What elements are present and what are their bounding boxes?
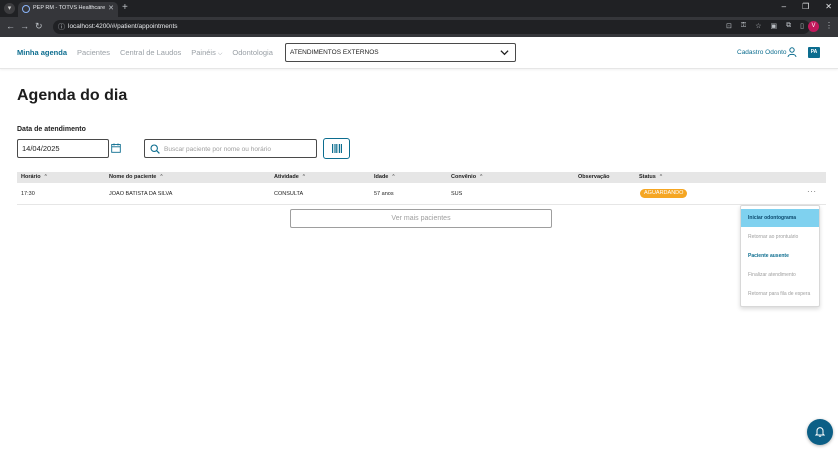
column-header[interactable]: Horário ⌃ (21, 174, 48, 180)
sort-icon: ⌃ (391, 174, 396, 180)
notifications-button[interactable] (807, 419, 833, 445)
user-icon[interactable] (787, 47, 797, 57)
app-header: Minha agenda Pacientes Central de Laudos… (0, 37, 838, 69)
translate-icon[interactable]: ⊡ (726, 22, 732, 30)
sort-icon: ⌃ (479, 174, 484, 180)
tab-close-icon[interactable]: ✕ (108, 4, 114, 12)
column-header[interactable]: Status ⌃ (639, 174, 663, 180)
sort-icon: ⌃ (658, 174, 664, 180)
nav-odontologia[interactable]: Odontologia (232, 48, 272, 58)
new-tab-icon[interactable]: + (122, 2, 128, 14)
column-label: Atividade (274, 174, 299, 180)
window-close-icon[interactable]: ✕ (825, 2, 832, 11)
column-label: Convênio (451, 174, 477, 180)
cell-activity: CONSULTA (274, 191, 304, 197)
row-actions-menu: Iniciar odontograma Retornar ao prontuár… (740, 205, 820, 307)
column-label: Horário (21, 174, 41, 180)
cell-time: 17:30 (21, 191, 35, 197)
chevron-down-icon: ⌵ (217, 51, 223, 57)
table-header: Horário ⌃ Nome do paciente ⌃ Atividade ⌃ Id… (17, 172, 826, 183)
nav-minha-agenda[interactable]: Minha agenda (17, 48, 67, 58)
extension-icon[interactable]: ▣ (771, 22, 778, 30)
nav-pacientes[interactable]: Pacientes (77, 48, 110, 58)
column-header[interactable]: Nome do paciente ⌃ (109, 174, 164, 180)
profile-avatar[interactable]: V (808, 21, 819, 32)
more-options-icon[interactable]: ··· (807, 187, 817, 196)
user-name[interactable]: Cadastro Odonto (737, 49, 787, 56)
column-label: Nome do paciente (109, 174, 157, 180)
department-value: ATENDIMENTOS EXTERNOS (290, 49, 379, 56)
page-title: Agenda do dia (17, 87, 128, 104)
calendar-icon[interactable] (111, 143, 121, 153)
tab-search-icon[interactable]: ▾ (4, 3, 15, 14)
window-controls: – ❐ ✕ (782, 2, 832, 11)
omnibox-actions: ⊡ ⚿ ☆ ▣ ⧉ ▯ (726, 22, 804, 30)
sort-icon: ⌃ (301, 174, 306, 180)
barcode-icon (332, 144, 342, 153)
barcode-scan-button[interactable] (323, 138, 350, 159)
nav-paineis-label: Painéis (191, 48, 216, 57)
side-panel-icon[interactable]: ▯ (800, 22, 804, 30)
minimize-icon[interactable]: – (782, 2, 786, 11)
site-info-icon[interactable]: ⓘ (58, 22, 65, 32)
cell-insurance: SUS (451, 191, 463, 197)
nav-paineis[interactable]: Painéis ⌵ (191, 48, 222, 58)
restore-icon[interactable]: ❐ (802, 2, 809, 11)
favicon-icon (22, 5, 30, 13)
address-bar[interactable]: ⓘ localhost:4200/#/patient/appointments … (53, 20, 810, 34)
menu-item-retornar-prontuario: Retornar ao prontuário (748, 234, 799, 240)
search-icon (150, 144, 160, 154)
forward-icon[interactable]: → (20, 21, 29, 31)
bookmark-star-icon[interactable]: ☆ (755, 22, 761, 30)
nav-central-de-laudos[interactable]: Central de Laudos (120, 48, 181, 58)
column-label: Status (639, 174, 656, 180)
tab-title: PEP RM - TOTVS Healthcare (33, 5, 106, 11)
column-header[interactable]: Atividade ⌃ (274, 174, 306, 180)
menu-item-retornar-fila: Retornar para fila de espera (748, 291, 811, 297)
browser-tab[interactable]: PEP RM - TOTVS Healthcare ✕ (18, 2, 118, 17)
reload-icon[interactable]: ↻ (35, 21, 43, 32)
column-header[interactable]: Idade ⌃ (374, 174, 396, 180)
bell-icon (815, 427, 825, 437)
menu-item-finalizar-atendimento: Finalizar atendimento (748, 272, 796, 278)
brand-logo: PA (808, 47, 820, 58)
date-label: Data de atendimento (17, 126, 86, 133)
column-label: Idade (374, 174, 389, 180)
cell-age: 57 anos (374, 191, 394, 197)
menu-item-iniciar-odontograma[interactable]: Iniciar odontograma (741, 209, 819, 227)
menu-item-paciente-ausente[interactable]: Paciente ausente (741, 247, 819, 265)
extensions-puzzle-icon[interactable]: ⧉ (786, 22, 791, 30)
cell-patient: JOAO BATISTA DA SILVA (109, 191, 173, 197)
table-row[interactable]: 17:30 JOAO BATISTA DA SILVA CONSULTA 57 … (17, 183, 826, 205)
column-header: Observação (578, 174, 610, 180)
password-key-icon[interactable]: ⚿ (741, 22, 746, 30)
chevron-down-icon (500, 50, 509, 56)
browser-tabbar: ▾ PEP RM - TOTVS Healthcare ✕ + – ❐ ✕ (0, 0, 838, 17)
date-field[interactable]: 14/04/2025 (17, 139, 109, 158)
search-input[interactable] (164, 142, 314, 156)
search-box (144, 139, 317, 158)
status-badge: AGUARDANDO (640, 189, 688, 198)
sort-icon: ⌃ (159, 174, 164, 180)
back-icon[interactable]: ← (6, 21, 15, 31)
department-select[interactable]: ATENDIMENTOS EXTERNOS (285, 43, 516, 62)
main-nav: Minha agenda Pacientes Central de Laudos… (17, 48, 273, 58)
url-text: localhost:4200/#/patient/appointments (68, 23, 178, 30)
load-more-button[interactable]: Ver mais pacientes (290, 209, 552, 228)
sort-icon: ⌃ (43, 174, 48, 180)
column-header[interactable]: Convênio ⌃ (451, 174, 483, 180)
browser-toolbar: ← → ↻ ⓘ localhost:4200/#/patient/appoint… (0, 17, 838, 37)
browser-menu-icon[interactable]: ⋮ (825, 21, 833, 30)
